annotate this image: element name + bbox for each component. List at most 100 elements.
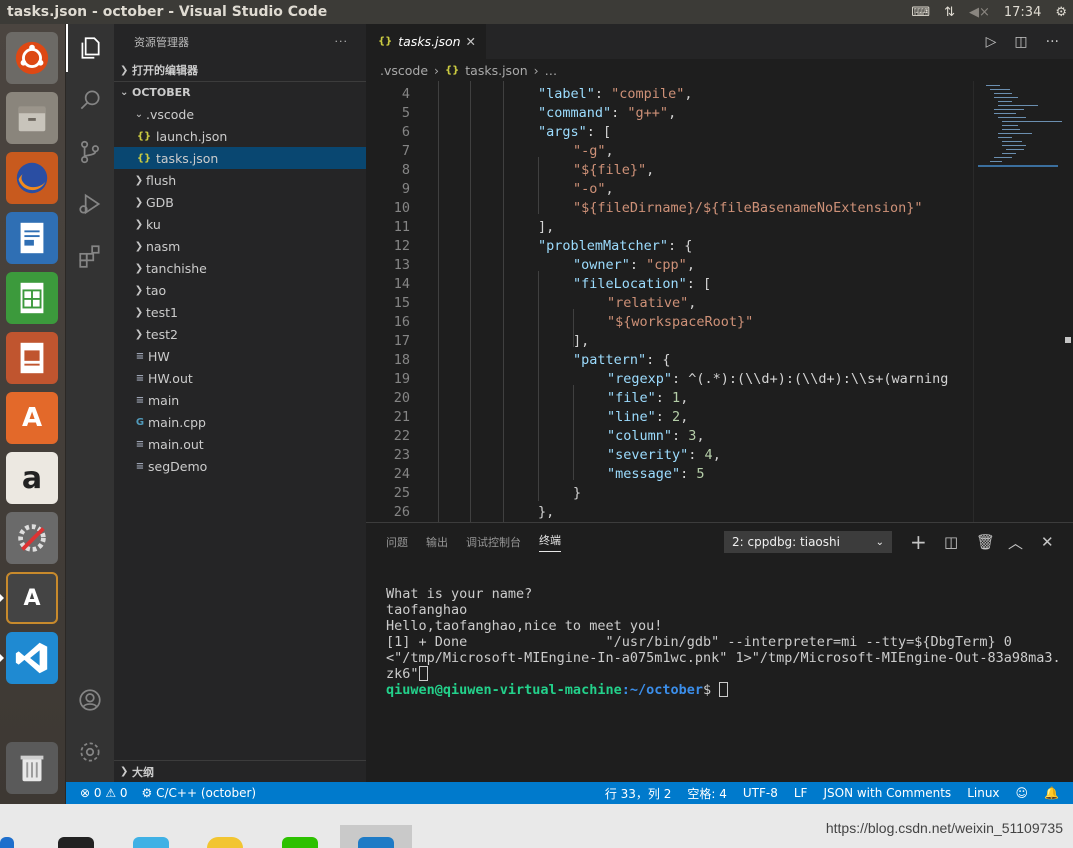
explorer-icon[interactable]: [66, 24, 114, 72]
code-line[interactable]: 14 "fileLocation": [: [366, 275, 973, 294]
system-settings-icon[interactable]: [6, 512, 58, 564]
code-line[interactable]: 19 "regexp": ^(.*):(\\d+):(\\d+):\\s+(war…: [366, 370, 973, 389]
tree-folder-test2[interactable]: ❯ test2: [114, 323, 366, 345]
close-icon[interactable]: ✕: [466, 34, 476, 49]
code-line[interactable]: 12 "problemMatcher": {: [366, 237, 973, 256]
tree-file-segdemo[interactable]: ≡ segDemo: [114, 455, 366, 477]
tree-file-main-out[interactable]: ≡ main.out: [114, 433, 366, 455]
code-line[interactable]: 25}: [366, 484, 973, 503]
tree-folder-ku[interactable]: ❯ ku: [114, 213, 366, 235]
tree-file-launch-json[interactable]: {} launch.json: [114, 125, 366, 147]
vmware-icon[interactable]: [358, 837, 394, 848]
code-line[interactable]: 4 "label": "compile",: [366, 85, 973, 104]
accounts-icon[interactable]: [66, 676, 114, 724]
split-terminal-icon[interactable]: ◫: [944, 531, 958, 553]
code-line[interactable]: 5 "command": "g++",: [366, 104, 973, 123]
code-line[interactable]: 10 "${fileDirname}/${fileBasenameNoExtens…: [366, 199, 973, 218]
software-center-icon[interactable]: A: [6, 392, 58, 444]
code-line[interactable]: 6 "args": [: [366, 123, 973, 142]
code-line[interactable]: 23 "severity": 4,: [366, 446, 973, 465]
trash-icon[interactable]: [6, 742, 58, 794]
software-updater-icon[interactable]: A: [6, 572, 58, 624]
amazon-icon[interactable]: a: [6, 452, 58, 504]
minimap[interactable]: [973, 81, 1073, 522]
platform[interactable]: Linux: [967, 786, 999, 800]
outline-section[interactable]: ❯ 大纲: [114, 760, 366, 782]
close-icon[interactable]: ✕: [1041, 531, 1054, 553]
taskbar-app-icon[interactable]: [133, 837, 169, 848]
terminal-output[interactable]: What is your name? taofanghao Hello,taof…: [386, 586, 1061, 698]
code-line[interactable]: 22 "column": 3,: [366, 427, 973, 446]
ubuntu-dash-icon[interactable]: [6, 32, 58, 84]
tab-problems[interactable]: 问题: [386, 534, 408, 550]
run-icon[interactable]: ▷: [986, 34, 997, 50]
code-line[interactable]: 26},: [366, 503, 973, 522]
firefox-icon[interactable]: [6, 152, 58, 204]
cursor-position[interactable]: 行 33，列 2: [605, 785, 672, 802]
code-line[interactable]: 13 "owner": "cpp",: [366, 256, 973, 275]
encoding[interactable]: UTF-8: [743, 786, 778, 800]
notifications-bell-icon[interactable]: 🔔: [1044, 786, 1059, 800]
code-line[interactable]: 7 "-g",: [366, 142, 973, 161]
start-icon[interactable]: [0, 837, 14, 848]
trash-icon[interactable]: 🗑: [976, 531, 995, 553]
tab-output[interactable]: 输出: [426, 534, 448, 550]
code-line[interactable]: 9 "-o",: [366, 180, 973, 199]
open-editors-section[interactable]: ❯ 打开的编辑器: [114, 59, 366, 81]
calc-icon[interactable]: [6, 272, 58, 324]
tree-folder-vscode[interactable]: ⌄ .vscode: [114, 103, 366, 125]
code-line[interactable]: 18 "pattern": {: [366, 351, 973, 370]
cpp-config[interactable]: ⚙ C/C++ (october): [142, 786, 257, 800]
code-line[interactable]: 24 "message": 5: [366, 465, 973, 484]
indentation[interactable]: 空格: 4: [687, 785, 727, 802]
manage-gear-icon[interactable]: [66, 728, 114, 776]
taskbar-app-icon[interactable]: [207, 837, 243, 848]
tree-folder-tao[interactable]: ❯ tao: [114, 279, 366, 301]
code-line[interactable]: 21 "line": 2,: [366, 408, 973, 427]
tree-file-main-cpp[interactable]: G main.cpp: [114, 411, 366, 433]
tree-file-tasks-json[interactable]: {} tasks.json: [114, 147, 366, 169]
clock[interactable]: 17:34: [1004, 5, 1041, 20]
code-line[interactable]: 20 "file": 1,: [366, 389, 973, 408]
tab-tasks-json[interactable]: {} tasks.json ✕: [366, 24, 486, 59]
code-line[interactable]: 8 "${file}",: [366, 161, 973, 180]
tree-folder-tanchishe[interactable]: ❯ tanchishe: [114, 257, 366, 279]
volume-muted-icon[interactable]: ◀×: [969, 5, 990, 20]
breadcrumb-folder[interactable]: .vscode: [380, 63, 428, 78]
code-editor[interactable]: 4 "label": "compile", 5 "command": "g++", 6 "…: [366, 81, 973, 522]
network-icon[interactable]: ⇅: [944, 5, 955, 20]
wechat-icon[interactable]: [282, 837, 318, 848]
extensions-icon[interactable]: [66, 232, 114, 280]
keyboard-icon[interactable]: ⌨: [911, 5, 930, 20]
new-terminal-icon[interactable]: +: [910, 530, 927, 554]
run-debug-icon[interactable]: [66, 180, 114, 228]
breadcrumb-file[interactable]: tasks.json: [465, 63, 527, 78]
impress-icon[interactable]: [6, 332, 58, 384]
language-mode[interactable]: JSON with Comments: [823, 786, 951, 800]
writer-icon[interactable]: [6, 212, 58, 264]
search-icon[interactable]: [66, 76, 114, 124]
breadcrumb-symbol[interactable]: …: [545, 63, 558, 78]
scrollbar-thumb[interactable]: [1065, 337, 1071, 343]
terminal-select[interactable]: 2: cppdbg: tiaoshi ⌄: [724, 531, 892, 553]
tree-folder-test1[interactable]: ❯ test1: [114, 301, 366, 323]
tab-terminal[interactable]: 终端: [539, 532, 561, 552]
split-editor-icon[interactable]: ◫: [1014, 34, 1027, 50]
code-line[interactable]: 15 "relative",: [366, 294, 973, 313]
chevron-up-icon[interactable]: ︿: [1008, 531, 1023, 553]
taskbar-app-icon[interactable]: [58, 837, 94, 848]
code-line[interactable]: 16 "${workspaceRoot}": [366, 313, 973, 332]
tree-folder-gdb[interactable]: ❯ GDB: [114, 191, 366, 213]
vscode-icon[interactable]: [6, 632, 58, 684]
problems-count[interactable]: ⊗ 0 ⚠ 0: [80, 786, 128, 800]
feedback-icon[interactable]: ☺: [1016, 786, 1029, 800]
files-icon[interactable]: [6, 92, 58, 144]
tree-folder-nasm[interactable]: ❯ nasm: [114, 235, 366, 257]
tree-folder-flush[interactable]: ❯ flush: [114, 169, 366, 191]
tree-file-main[interactable]: ≡ main: [114, 389, 366, 411]
end-of-line[interactable]: LF: [794, 786, 808, 800]
more-actions-icon[interactable]: ···: [335, 35, 349, 48]
settings-gear-icon[interactable]: ⚙: [1055, 5, 1067, 20]
code-line[interactable]: 17],: [366, 332, 973, 351]
tree-file-hw-out[interactable]: ≡ HW.out: [114, 367, 366, 389]
